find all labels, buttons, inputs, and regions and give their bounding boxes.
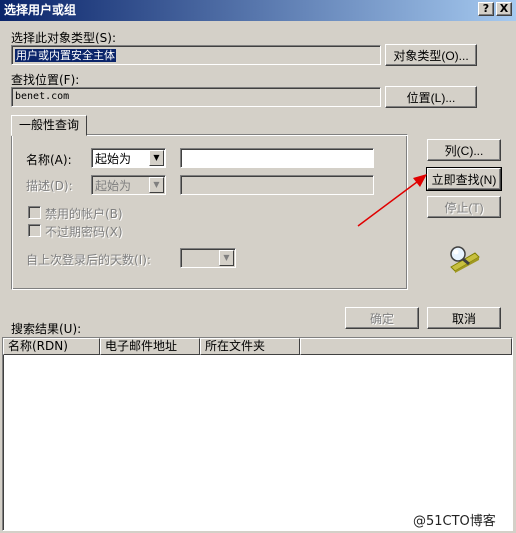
chevron-down-icon: ▼ bbox=[149, 177, 164, 193]
locations-button[interactable]: 位置(L)... bbox=[385, 86, 477, 108]
help-button[interactable]: ? bbox=[478, 2, 494, 16]
chevron-down-icon: ▼ bbox=[219, 250, 234, 266]
location-label: 查找位置(F): bbox=[11, 73, 80, 87]
magnifier-icon bbox=[450, 246, 480, 273]
description-label: 描述(D): bbox=[26, 179, 73, 193]
stop-button: 停止(T) bbox=[427, 196, 501, 218]
location-field: benet.com bbox=[11, 87, 381, 107]
columns-button[interactable]: 列(C)... bbox=[427, 139, 501, 161]
disabled-accounts-checkbox bbox=[28, 206, 41, 219]
name-mode-value: 起始为 bbox=[95, 152, 132, 166]
column-header-folder[interactable]: 所在文件夹 bbox=[200, 338, 300, 355]
find-now-button[interactable]: 立即查找(N) bbox=[426, 167, 502, 191]
column-header-email[interactable]: 电子邮件地址 bbox=[100, 338, 200, 355]
description-mode-dropdown: 起始为 ▼ bbox=[91, 175, 166, 195]
name-input[interactable] bbox=[180, 148, 374, 168]
cancel-button[interactable]: 取消 bbox=[427, 307, 501, 329]
days-since-logon-label: 自上次登录后的天数(I): bbox=[26, 253, 151, 267]
column-header-name[interactable]: 名称(RDN) bbox=[3, 338, 100, 355]
search-results-label: 搜索结果(U): bbox=[11, 322, 82, 336]
disabled-accounts-label: 禁用的帐户(B) bbox=[45, 207, 123, 221]
description-mode-value: 起始为 bbox=[95, 179, 132, 193]
object-types-button[interactable]: 对象类型(O)... bbox=[385, 44, 477, 66]
close-button[interactable]: X bbox=[496, 2, 512, 16]
chevron-down-icon[interactable]: ▼ bbox=[149, 150, 164, 166]
watermark: @51CTO博客 bbox=[413, 514, 496, 529]
days-since-logon-dropdown: ▼ bbox=[180, 248, 236, 268]
red-arrow-annotation bbox=[357, 174, 427, 227]
no-expire-password-label: 不过期密码(X) bbox=[45, 225, 123, 239]
name-label: 名称(A): bbox=[26, 153, 72, 167]
description-input bbox=[180, 175, 374, 195]
window-title: 选择用户或组 bbox=[4, 3, 77, 17]
ok-button: 确定 bbox=[345, 307, 419, 329]
object-type-label: 选择此对象类型(S): bbox=[11, 31, 117, 45]
object-type-value: 用户或内置安全主体 bbox=[15, 49, 116, 62]
name-mode-dropdown[interactable]: 起始为 ▼ bbox=[91, 148, 166, 168]
search-results-list[interactable] bbox=[2, 337, 513, 531]
object-type-field: 用户或内置安全主体 bbox=[11, 45, 381, 65]
no-expire-password-checkbox bbox=[28, 224, 41, 237]
tab-general-query[interactable]: 一般性查询 bbox=[11, 115, 87, 136]
column-header-filler bbox=[300, 338, 512, 355]
title-bar[interactable]: 选择用户或组 bbox=[0, 0, 516, 21]
